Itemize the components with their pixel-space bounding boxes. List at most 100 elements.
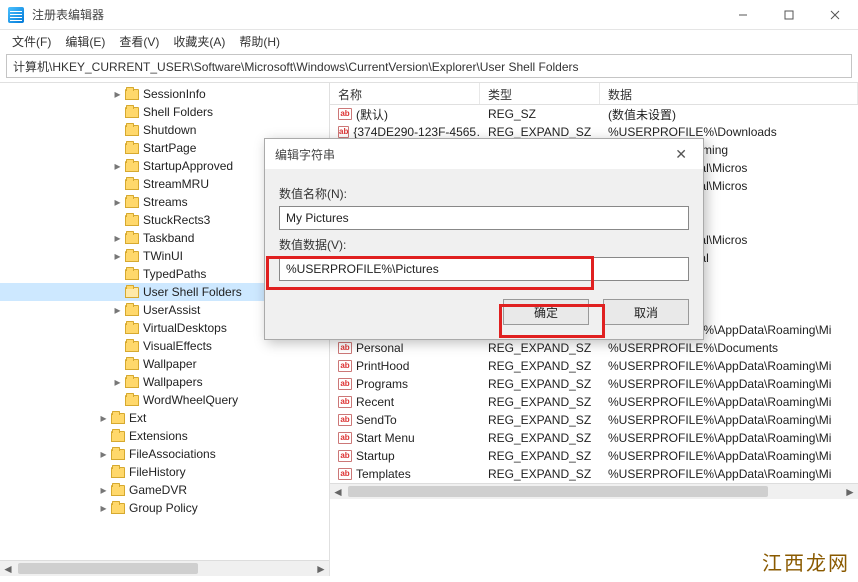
list-hscroll[interactable]: ◄ ►	[330, 483, 858, 499]
expand-icon[interactable]	[112, 125, 123, 136]
folder-icon	[125, 107, 139, 118]
folder-icon	[125, 377, 139, 388]
tree-item[interactable]: WordWheelQuery	[0, 391, 329, 409]
scroll-right-icon[interactable]: ►	[313, 561, 329, 576]
scroll-right-icon[interactable]: ►	[842, 484, 858, 499]
tree-item[interactable]: FileHistory	[0, 463, 329, 481]
list-row[interactable]: (默认)REG_SZ(数值未设置)	[330, 105, 858, 123]
expand-icon[interactable]: ▸	[112, 251, 123, 262]
tree-item-label: WordWheelQuery	[143, 393, 238, 407]
menu-favorites[interactable]: 收藏夹(A)	[167, 31, 231, 52]
folder-icon	[111, 503, 125, 514]
list-row[interactable]: Start MenuREG_EXPAND_SZ%USERPROFILE%\App…	[330, 429, 858, 447]
cell-name: Startup	[330, 449, 480, 463]
cell-name: Programs	[330, 377, 480, 391]
cell-type: REG_EXPAND_SZ	[480, 125, 600, 139]
string-value-icon	[338, 108, 352, 120]
expand-icon[interactable]	[112, 107, 123, 118]
cell-type: REG_EXPAND_SZ	[480, 431, 600, 445]
tree-item-label: Group Policy	[129, 501, 198, 515]
tree-item[interactable]: Wallpaper	[0, 355, 329, 373]
expand-icon[interactable]: ▸	[112, 377, 123, 388]
expand-icon[interactable]	[112, 179, 123, 190]
expand-icon[interactable]	[112, 143, 123, 154]
expand-icon[interactable]	[98, 431, 109, 442]
folder-icon	[125, 215, 139, 226]
value-name-input[interactable]	[279, 206, 689, 230]
app-icon	[8, 7, 24, 23]
expand-icon[interactable]: ▸	[98, 413, 109, 424]
expand-icon[interactable]: ▸	[112, 233, 123, 244]
tree-item-label: StartupApproved	[143, 159, 233, 173]
cell-type: REG_EXPAND_SZ	[480, 395, 600, 409]
list-row[interactable]: RecentREG_EXPAND_SZ%USERPROFILE%\AppData…	[330, 393, 858, 411]
expand-icon[interactable]: ▸	[98, 503, 109, 514]
tree-item[interactable]: ▸ Group Policy	[0, 499, 329, 517]
tree-item[interactable]: Shell Folders	[0, 103, 329, 121]
list-row[interactable]: TemplatesREG_EXPAND_SZ%USERPROFILE%\AppD…	[330, 465, 858, 483]
address-bar[interactable]: 计算机\HKEY_CURRENT_USER\Software\Microsoft…	[6, 54, 852, 78]
dialog-titlebar[interactable]: 编辑字符串 ✕	[265, 139, 703, 169]
tree-item-label: FileHistory	[129, 465, 186, 479]
string-value-icon	[338, 126, 349, 138]
expand-icon[interactable]	[112, 359, 123, 370]
tree-item[interactable]: ▸GameDVR	[0, 481, 329, 499]
list-row[interactable]: SendToREG_EXPAND_SZ%USERPROFILE%\AppData…	[330, 411, 858, 429]
expand-icon[interactable]	[112, 323, 123, 334]
minimize-button[interactable]	[720, 0, 766, 30]
cancel-button[interactable]: 取消	[603, 299, 689, 325]
expand-icon[interactable]: ▸	[112, 161, 123, 172]
folder-icon	[125, 125, 139, 136]
dialog-close-icon[interactable]: ✕	[669, 146, 693, 163]
expand-icon[interactable]: ▸	[112, 197, 123, 208]
tree-hscroll[interactable]: ◄ ►	[0, 560, 329, 576]
expand-icon[interactable]	[98, 467, 109, 478]
tree-item[interactable]: Extensions	[0, 427, 329, 445]
menu-file[interactable]: 文件(F)	[6, 31, 57, 52]
cell-data: %USERPROFILE%\AppData\Roaming\Mi	[600, 413, 858, 427]
cell-data: %USERPROFILE%\Downloads	[600, 125, 858, 139]
tree-item-label: VisualEffects	[143, 339, 212, 353]
expand-icon[interactable]: ▸	[112, 89, 123, 100]
tree-item[interactable]: ▸SessionInfo	[0, 85, 329, 103]
folder-icon	[111, 467, 125, 478]
folder-icon	[125, 305, 139, 316]
list-row[interactable]: PrintHoodREG_EXPAND_SZ%USERPROFILE%\AppD…	[330, 357, 858, 375]
maximize-button[interactable]	[766, 0, 812, 30]
cell-name: Personal	[330, 341, 480, 355]
tree-item[interactable]: ▸Wallpapers	[0, 373, 329, 391]
folder-icon	[111, 449, 125, 460]
list-row[interactable]: PersonalREG_EXPAND_SZ%USERPROFILE%\Docum…	[330, 339, 858, 357]
value-data-input[interactable]	[279, 257, 689, 281]
list-row[interactable]: StartupREG_EXPAND_SZ%USERPROFILE%\AppDat…	[330, 447, 858, 465]
menu-edit[interactable]: 编辑(E)	[59, 31, 111, 52]
value-name-label: 数值名称(N):	[279, 185, 689, 202]
close-button[interactable]	[812, 0, 858, 30]
expand-icon[interactable]	[112, 269, 123, 280]
col-name[interactable]: 名称	[330, 83, 480, 104]
tree-item[interactable]: ▸Ext	[0, 409, 329, 427]
window-title: 注册表编辑器	[32, 6, 720, 23]
expand-icon[interactable]	[112, 395, 123, 406]
tree-item-label: TypedPaths	[143, 267, 206, 281]
expand-icon[interactable]	[112, 215, 123, 226]
menu-view[interactable]: 查看(V)	[113, 31, 165, 52]
expand-icon[interactable]: ▸	[112, 305, 123, 316]
cell-name: {374DE290-123F-4565…	[330, 125, 480, 139]
list-header: 名称 类型 数据	[330, 83, 858, 105]
col-type[interactable]: 类型	[480, 83, 600, 104]
scroll-left-icon[interactable]: ◄	[330, 484, 346, 499]
ok-button[interactable]: 确定	[503, 299, 589, 325]
tree-item[interactable]: ▸FileAssociations	[0, 445, 329, 463]
col-data[interactable]: 数据	[600, 83, 858, 104]
list-row[interactable]: ProgramsREG_EXPAND_SZ%USERPROFILE%\AppDa…	[330, 375, 858, 393]
scroll-left-icon[interactable]: ◄	[0, 561, 16, 576]
expand-icon[interactable]: ▸	[98, 485, 109, 496]
menu-help[interactable]: 帮助(H)	[233, 31, 286, 52]
expand-icon[interactable]	[112, 287, 123, 298]
expand-icon[interactable]: ▸	[98, 449, 109, 460]
tree-item[interactable]: Shutdown	[0, 121, 329, 139]
expand-icon[interactable]	[112, 341, 123, 352]
cell-type: REG_EXPAND_SZ	[480, 413, 600, 427]
tree-item-label: Shell Folders	[143, 105, 213, 119]
